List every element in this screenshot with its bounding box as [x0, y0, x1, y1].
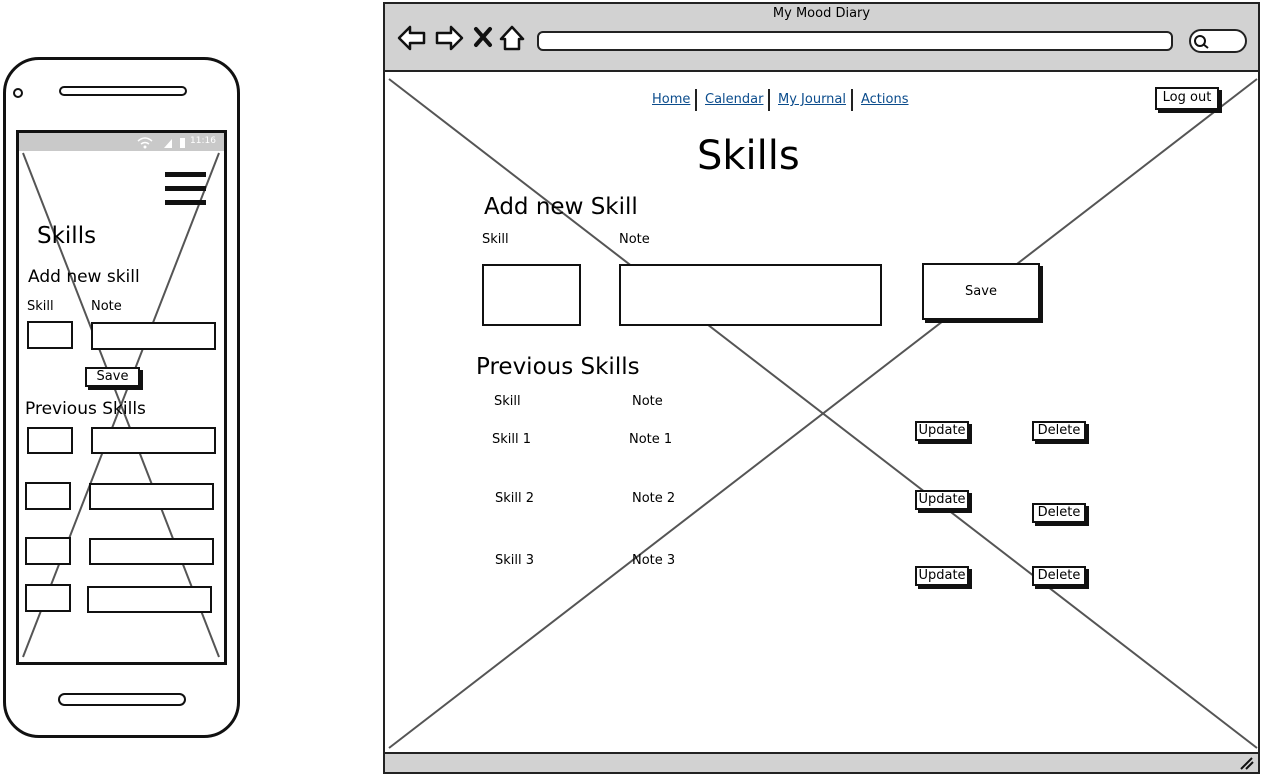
- phone-prev-skill-1[interactable]: [27, 427, 73, 454]
- browser-nav-icons: [397, 25, 525, 51]
- phone-skill-label: Skill: [27, 299, 54, 314]
- skill-1-cell: Skill 1: [492, 432, 532, 447]
- back-arrow-icon[interactable]: [397, 25, 426, 51]
- update-skill-3-button[interactable]: Update: [915, 566, 969, 586]
- table-header-note: Note: [632, 394, 663, 409]
- delete-skill-1-button[interactable]: Delete: [1032, 421, 1086, 441]
- browser-search-field[interactable]: [1189, 29, 1247, 53]
- add-skill-heading: Add new Skill: [484, 194, 638, 220]
- signal-icon: [164, 139, 172, 148]
- note-field-label: Note: [619, 232, 650, 247]
- address-bar[interactable]: [537, 31, 1173, 51]
- skill-3-cell: Skill 3: [495, 553, 535, 568]
- phone-previous-skills-heading: Previous Skills: [25, 399, 146, 419]
- table-header-skill: Skill: [494, 394, 521, 409]
- phone-save-button[interactable]: Save: [85, 367, 140, 387]
- forward-arrow-icon[interactable]: [435, 25, 464, 51]
- phone-home-button[interactable]: [58, 693, 186, 706]
- nav-home-link[interactable]: Home: [652, 92, 690, 107]
- camera-icon: [13, 88, 23, 98]
- phone-prev-note-2[interactable]: [89, 483, 214, 510]
- skill-input[interactable]: [482, 264, 581, 326]
- search-icon: [1194, 35, 1209, 49]
- nav-separator: [851, 89, 853, 111]
- phone-prev-skill-4[interactable]: [25, 584, 71, 612]
- browser-window: [383, 2, 1260, 774]
- wifi-icon: [137, 137, 153, 149]
- nav-separator: [768, 89, 770, 111]
- battery-icon: [180, 138, 185, 148]
- stop-icon[interactable]: [474, 27, 492, 47]
- phone-prev-note-1[interactable]: [91, 427, 216, 454]
- update-skill-1-button[interactable]: Update: [915, 421, 969, 441]
- resize-grip-icon[interactable]: [1238, 755, 1256, 771]
- update-skill-2-button[interactable]: Update: [915, 490, 969, 510]
- previous-skills-heading: Previous Skills: [476, 354, 640, 380]
- window-title: My Mood Diary: [772, 6, 871, 21]
- phone-clock: 11:16: [190, 136, 216, 146]
- nav-calendar-link[interactable]: Calendar: [705, 92, 763, 107]
- phone-note-input[interactable]: [91, 322, 216, 350]
- note-3-cell: Note 3: [632, 553, 676, 568]
- note-1-cell: Note 1: [629, 432, 673, 447]
- phone-prev-skill-3[interactable]: [25, 537, 71, 565]
- skill-2-cell: Skill 2: [495, 491, 535, 506]
- note-input[interactable]: [619, 264, 882, 326]
- nav-my-journal-link[interactable]: My Journal: [778, 92, 846, 107]
- home-icon[interactable]: [499, 25, 525, 51]
- phone-prev-note-3[interactable]: [89, 538, 214, 565]
- delete-skill-2-button[interactable]: Delete: [1032, 503, 1086, 523]
- phone-prev-note-4[interactable]: [87, 586, 212, 613]
- nav-actions-link[interactable]: Actions: [861, 92, 909, 107]
- phone-add-skill-heading: Add new skill: [28, 267, 140, 287]
- note-2-cell: Note 2: [632, 491, 676, 506]
- delete-skill-3-button[interactable]: Delete: [1032, 566, 1086, 586]
- browser-statusbar: [385, 752, 1258, 772]
- phone-prev-skill-2[interactable]: [25, 482, 71, 510]
- page-title: Skills: [697, 133, 800, 179]
- phone-status-icons: [137, 137, 185, 149]
- hamburger-menu-icon[interactable]: [164, 171, 208, 209]
- nav-separator: [695, 89, 697, 111]
- logout-button[interactable]: Log out: [1155, 87, 1219, 110]
- save-button[interactable]: Save: [922, 263, 1040, 320]
- phone-skill-input[interactable]: [27, 321, 73, 349]
- phone-page-title: Skills: [37, 223, 97, 249]
- skill-field-label: Skill: [482, 232, 509, 247]
- phone-note-label: Note: [91, 299, 122, 314]
- phone-speaker: [59, 86, 187, 96]
